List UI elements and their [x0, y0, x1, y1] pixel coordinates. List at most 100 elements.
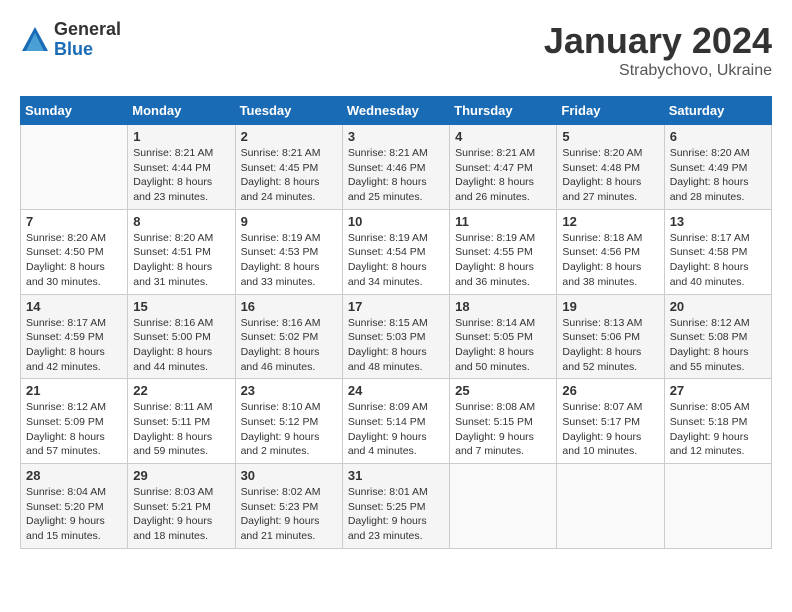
day-info: Sunrise: 8:15 AMSunset: 5:03 PMDaylight:… — [348, 316, 444, 375]
header-cell-wednesday: Wednesday — [342, 97, 449, 125]
day-cell: 31Sunrise: 8:01 AMSunset: 5:25 PMDayligh… — [342, 464, 449, 549]
day-number: 14 — [26, 299, 122, 314]
day-cell: 26Sunrise: 8:07 AMSunset: 5:17 PMDayligh… — [557, 379, 664, 464]
day-number: 2 — [241, 129, 337, 144]
day-info: Sunrise: 8:05 AMSunset: 5:18 PMDaylight:… — [670, 400, 766, 459]
week-row-3: 21Sunrise: 8:12 AMSunset: 5:09 PMDayligh… — [21, 379, 772, 464]
day-cell: 30 Sunrise: 8:02 AMSunset: 5:23 PMDayligh… — [235, 464, 342, 549]
day-info: Sunrise: 8:02 AMSunset: 5:23 PMDaylight:… — [241, 485, 337, 544]
day-info: Sunrise: 8:20 AMSunset: 4:50 PMDaylight:… — [26, 231, 122, 290]
header-cell-monday: Monday — [128, 97, 235, 125]
day-cell: 23Sunrise: 8:10 AMSunset: 5:12 PMDayligh… — [235, 379, 342, 464]
header-cell-saturday: Saturday — [664, 97, 771, 125]
day-info: Sunrise: 8:11 AMSunset: 5:11 PMDaylight:… — [133, 400, 229, 459]
logo: General Blue — [20, 20, 121, 60]
day-cell: 14 Sunrise: 8:17 AMSunset: 4:59 PMDayligh… — [21, 294, 128, 379]
day-cell: 18 Sunrise: 8:14 AMSunset: 5:05 PMDayligh… — [450, 294, 557, 379]
day-info: Sunrise: 8:21 AMSunset: 4:44 PMDaylight:… — [133, 146, 229, 205]
day-number: 15 — [133, 299, 229, 314]
day-info: Sunrise: 8:17 AMSunset: 4:59 PMDaylight:… — [26, 316, 122, 375]
day-info: Sunrise: 8:20 AMSunset: 4:48 PMDaylight:… — [562, 146, 658, 205]
day-number: 22 — [133, 383, 229, 398]
day-info: Sunrise: 8:08 AMSunset: 5:15 PMDaylight:… — [455, 400, 551, 459]
day-info: Sunrise: 8:14 AMSunset: 5:05 PMDaylight:… — [455, 316, 551, 375]
header: General Blue January 2024 Strabychovo, U… — [20, 20, 772, 80]
day-number: 17 — [348, 299, 444, 314]
day-info: Sunrise: 8:18 AMSunset: 4:56 PMDaylight:… — [562, 231, 658, 290]
week-row-1: 7Sunrise: 8:20 AMSunset: 4:50 PMDaylight… — [21, 209, 772, 294]
day-number: 19 — [562, 299, 658, 314]
logo-blue-text: Blue — [54, 40, 121, 60]
day-cell: 19Sunrise: 8:13 AMSunset: 5:06 PMDayligh… — [557, 294, 664, 379]
day-info: Sunrise: 8:17 AMSunset: 4:58 PMDaylight:… — [670, 231, 766, 290]
header-cell-thursday: Thursday — [450, 97, 557, 125]
day-info: Sunrise: 8:19 AMSunset: 4:54 PMDaylight:… — [348, 231, 444, 290]
day-cell: 7Sunrise: 8:20 AMSunset: 4:50 PMDaylight… — [21, 209, 128, 294]
week-row-4: 28Sunrise: 8:04 AMSunset: 5:20 PMDayligh… — [21, 464, 772, 549]
day-cell: 10 Sunrise: 8:19 AMSunset: 4:54 PMDayligh… — [342, 209, 449, 294]
day-number: 13 — [670, 214, 766, 229]
day-info: Sunrise: 8:16 AMSunset: 5:00 PMDaylight:… — [133, 316, 229, 375]
day-number: 21 — [26, 383, 122, 398]
calendar-header: SundayMondayTuesdayWednesdayThursdayFrid… — [21, 97, 772, 125]
day-cell: 27Sunrise: 8:05 AMSunset: 5:18 PMDayligh… — [664, 379, 771, 464]
day-cell — [21, 125, 128, 210]
day-cell: 8 Sunrise: 8:20 AMSunset: 4:51 PMDaylight… — [128, 209, 235, 294]
logo-icon — [20, 25, 50, 55]
calendar: SundayMondayTuesdayWednesdayThursdayFrid… — [20, 96, 772, 549]
day-info: Sunrise: 8:03 AMSunset: 5:21 PMDaylight:… — [133, 485, 229, 544]
day-cell: 22 Sunrise: 8:11 AMSunset: 5:11 PMDayligh… — [128, 379, 235, 464]
day-info: Sunrise: 8:07 AMSunset: 5:17 PMDaylight:… — [562, 400, 658, 459]
logo-general-text: General — [54, 20, 121, 40]
header-cell-friday: Friday — [557, 97, 664, 125]
day-cell: 15 Sunrise: 8:16 AMSunset: 5:00 PMDayligh… — [128, 294, 235, 379]
day-number: 9 — [241, 214, 337, 229]
day-number: 29 — [133, 468, 229, 483]
day-info: Sunrise: 8:21 AMSunset: 4:47 PMDaylight:… — [455, 146, 551, 205]
day-number: 6 — [670, 129, 766, 144]
day-cell — [664, 464, 771, 549]
day-number: 30 — [241, 468, 337, 483]
calendar-body: 1 Sunrise: 8:21 AMSunset: 4:44 PMDaylight… — [21, 125, 772, 549]
day-number: 1 — [133, 129, 229, 144]
day-info: Sunrise: 8:20 AMSunset: 4:51 PMDaylight:… — [133, 231, 229, 290]
day-number: 28 — [26, 468, 122, 483]
day-number: 20 — [670, 299, 766, 314]
day-number: 18 — [455, 299, 551, 314]
day-info: Sunrise: 8:20 AMSunset: 4:49 PMDaylight:… — [670, 146, 766, 205]
day-cell: 9 Sunrise: 8:19 AMSunset: 4:53 PMDaylight… — [235, 209, 342, 294]
header-cell-sunday: Sunday — [21, 97, 128, 125]
month-title: January 2024 — [544, 20, 772, 62]
day-info: Sunrise: 8:01 AMSunset: 5:25 PMDaylight:… — [348, 485, 444, 544]
day-cell: 4Sunrise: 8:21 AMSunset: 4:47 PMDaylight… — [450, 125, 557, 210]
day-cell: 16Sunrise: 8:16 AMSunset: 5:02 PMDayligh… — [235, 294, 342, 379]
day-info: Sunrise: 8:16 AMSunset: 5:02 PMDaylight:… — [241, 316, 337, 375]
day-cell: 2Sunrise: 8:21 AMSunset: 4:45 PMDaylight… — [235, 125, 342, 210]
day-number: 12 — [562, 214, 658, 229]
day-cell: 13 Sunrise: 8:17 AMSunset: 4:58 PMDayligh… — [664, 209, 771, 294]
title-area: January 2024 Strabychovo, Ukraine — [544, 20, 772, 80]
day-number: 24 — [348, 383, 444, 398]
day-number: 10 — [348, 214, 444, 229]
day-cell: 6 Sunrise: 8:20 AMSunset: 4:49 PMDaylight… — [664, 125, 771, 210]
week-row-0: 1 Sunrise: 8:21 AMSunset: 4:44 PMDaylight… — [21, 125, 772, 210]
day-info: Sunrise: 8:19 AMSunset: 4:53 PMDaylight:… — [241, 231, 337, 290]
day-cell: 28Sunrise: 8:04 AMSunset: 5:20 PMDayligh… — [21, 464, 128, 549]
header-cell-tuesday: Tuesday — [235, 97, 342, 125]
day-cell — [557, 464, 664, 549]
day-cell: 29 Sunrise: 8:03 AMSunset: 5:21 PMDayligh… — [128, 464, 235, 549]
day-number: 25 — [455, 383, 551, 398]
day-number: 11 — [455, 214, 551, 229]
day-cell — [450, 464, 557, 549]
day-number: 3 — [348, 129, 444, 144]
day-info: Sunrise: 8:12 AMSunset: 5:08 PMDaylight:… — [670, 316, 766, 375]
day-cell: 20 Sunrise: 8:12 AMSunset: 5:08 PMDayligh… — [664, 294, 771, 379]
day-cell: 21Sunrise: 8:12 AMSunset: 5:09 PMDayligh… — [21, 379, 128, 464]
day-cell: 25 Sunrise: 8:08 AMSunset: 5:15 PMDayligh… — [450, 379, 557, 464]
header-row: SundayMondayTuesdayWednesdayThursdayFrid… — [21, 97, 772, 125]
day-info: Sunrise: 8:19 AMSunset: 4:55 PMDaylight:… — [455, 231, 551, 290]
day-info: Sunrise: 8:21 AMSunset: 4:46 PMDaylight:… — [348, 146, 444, 205]
day-cell: 11 Sunrise: 8:19 AMSunset: 4:55 PMDayligh… — [450, 209, 557, 294]
day-cell: 3 Sunrise: 8:21 AMSunset: 4:46 PMDaylight… — [342, 125, 449, 210]
day-number: 8 — [133, 214, 229, 229]
